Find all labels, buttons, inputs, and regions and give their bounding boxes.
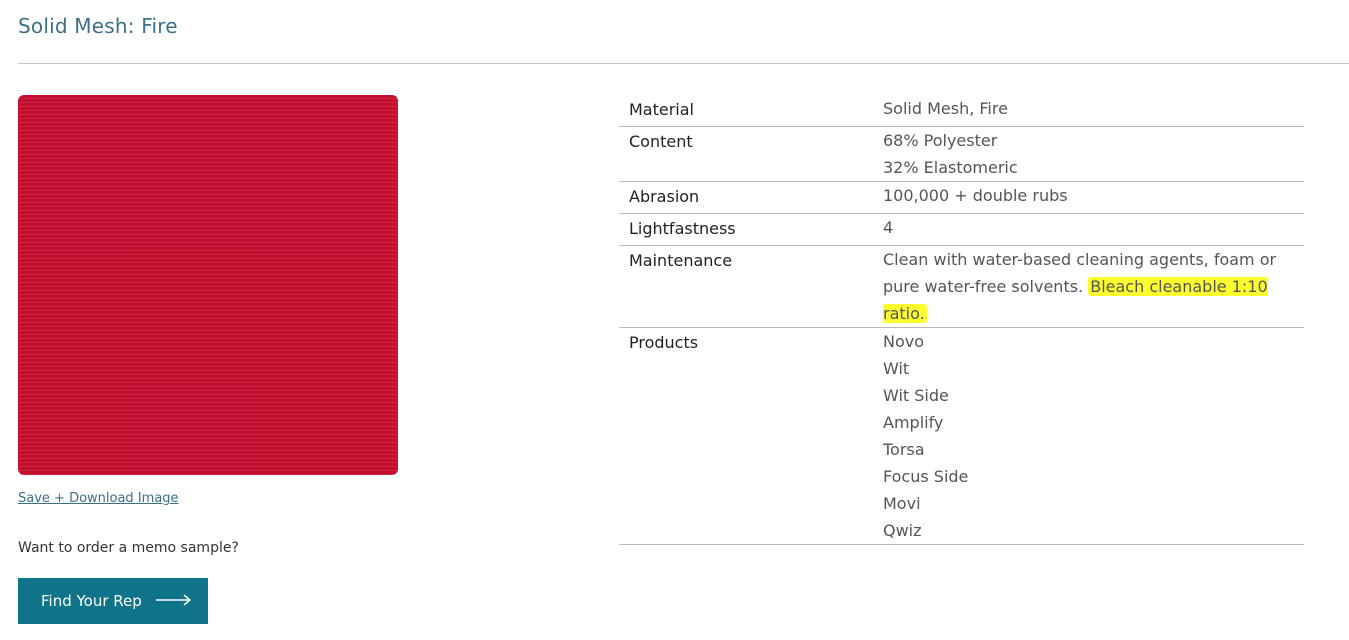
fabric-swatch-image: [18, 95, 398, 475]
spec-label-maintenance: Maintenance: [629, 251, 733, 270]
spec-row-material: Material Solid Mesh, Fire: [619, 95, 1304, 127]
long-arrow-right-icon: [155, 592, 192, 610]
product-item: Torsa: [883, 440, 925, 459]
spec-value: Solid Mesh, Fire: [883, 99, 1008, 118]
spec-label-lightfastness: Lightfastness: [629, 219, 736, 238]
spec-values-material: Solid Mesh, Fire: [883, 95, 1304, 126]
memo-sample-prompt: Want to order a memo sample?: [18, 540, 239, 556]
find-your-rep-button[interactable]: Find Your Rep: [18, 578, 208, 624]
save-download-image-link[interactable]: Save + Download Image: [18, 491, 179, 506]
product-item: Focus Side: [883, 467, 969, 486]
product-item: Amplify: [883, 413, 944, 432]
spec-row-content: Content 68% Polyester 32% Elastomeric: [619, 127, 1304, 182]
title-divider: [18, 63, 1349, 64]
product-item: Qwiz: [883, 521, 922, 540]
spec-row-lightfastness: Lightfastness 4: [619, 214, 1304, 246]
product-item: Wit: [883, 359, 910, 378]
spec-label-material: Material: [629, 100, 694, 119]
spec-values-lightfastness: 4: [883, 214, 1304, 245]
spec-values-abrasion: 100,000 + double rubs: [883, 182, 1304, 213]
spec-row-abrasion: Abrasion 100,000 + double rubs: [619, 182, 1304, 214]
find-your-rep-label: Find Your Rep: [41, 592, 142, 610]
spec-table: Material Solid Mesh, Fire Content 68% Po…: [619, 95, 1304, 545]
spec-value: 32% Elastomeric: [883, 158, 1018, 177]
spec-row-maintenance: Maintenance Clean with water-based clean…: [619, 246, 1304, 328]
spec-label-products: Products: [629, 333, 699, 352]
product-item: Novo: [883, 332, 925, 351]
spec-values-content: 68% Polyester 32% Elastomeric: [883, 127, 1304, 181]
page-title: Solid Mesh: Fire: [18, 14, 178, 38]
spec-row-products: Products Novo Wit Wit Side Amplify Torsa…: [619, 328, 1304, 545]
spec-label-content: Content: [629, 132, 693, 151]
product-item: Wit Side: [883, 386, 949, 405]
product-item: Movi: [883, 494, 921, 513]
spec-label-abrasion: Abrasion: [629, 187, 700, 206]
spec-values-products: Novo Wit Wit Side Amplify Torsa Focus Si…: [883, 328, 1304, 544]
spec-value: 4: [883, 218, 894, 237]
spec-value: 100,000 + double rubs: [883, 186, 1068, 205]
spec-values-maintenance: Clean with water-based cleaning agents, …: [883, 246, 1304, 327]
spec-value: 68% Polyester: [883, 131, 998, 150]
